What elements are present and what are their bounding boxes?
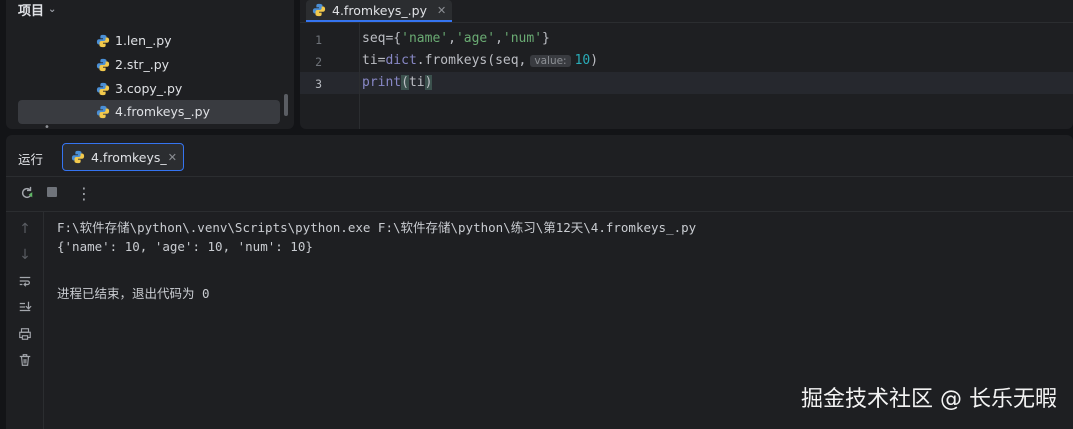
editor-tab-label: 4.fromkeys_.py <box>332 2 427 18</box>
stop-icon[interactable] <box>43 186 61 202</box>
run-tab-label: 4.fromkeys_ <box>91 149 167 165</box>
python-file-icon <box>96 34 110 48</box>
code-token: ) <box>424 75 433 90</box>
code-token: dict <box>385 53 417 68</box>
tree-item-file[interactable]: 3.copy_.py <box>18 77 280 101</box>
run-panel-title: 运行 <box>18 152 44 167</box>
tree-item-label: 1.len_.py <box>115 33 172 48</box>
tree-item-label: 4.fromkeys_.py <box>115 104 210 119</box>
python-file-icon <box>96 105 110 119</box>
console-line: F:\软件存储\python\.venv\Scripts\python.exe … <box>57 220 697 235</box>
rerun-icon[interactable] <box>18 186 36 204</box>
print-icon[interactable] <box>16 327 34 345</box>
tree-item-file[interactable]: 2.str_.py <box>18 53 280 77</box>
code-token: 'name' <box>401 31 449 46</box>
close-icon[interactable]: ✕ <box>168 151 177 164</box>
watermark: 掘金技术社区 @ 长乐无暇 <box>801 387 1057 412</box>
toolbar-divider <box>6 211 1073 212</box>
project-header[interactable]: 项目 ⌄ <box>18 0 57 19</box>
code-line-3[interactable]: print(ti) <box>362 75 433 90</box>
console-side-divider <box>43 212 44 429</box>
more-options-icon[interactable]: ⋮ <box>75 184 93 203</box>
up-arrow-icon[interactable]: ↑ <box>16 221 34 237</box>
run-tab[interactable]: 4.fromkeys_ ✕ <box>62 143 184 171</box>
tree-overflow-dot: • <box>44 122 50 133</box>
code-token: seq={ <box>362 31 402 46</box>
tree-item-label: 3.copy_.py <box>115 81 183 96</box>
close-icon[interactable]: ✕ <box>437 4 446 17</box>
project-title: 项目 <box>18 3 45 19</box>
code-line-1[interactable]: seq={'name','age','num'} <box>362 31 550 46</box>
editor-tab[interactable]: 4.fromkeys_.py ✕ <box>306 0 453 22</box>
python-file-icon <box>96 82 110 96</box>
line-number: 3 <box>315 77 322 91</box>
tab-divider <box>300 22 1073 23</box>
code-token: , <box>448 31 456 46</box>
tree-item-label: 2.str_.py <box>115 57 170 72</box>
tree-scrollbar[interactable] <box>284 94 288 116</box>
code-token: ti <box>408 75 425 90</box>
run-panel-divider <box>6 176 1073 177</box>
code-token: ) <box>590 53 599 68</box>
code-line-2[interactable]: ti=dict.fromkeys(seq, value: 10) <box>362 53 598 68</box>
code-token: 'age' <box>455 31 496 46</box>
code-token: ( <box>401 75 409 90</box>
trash-icon[interactable] <box>16 353 34 371</box>
python-file-icon <box>71 150 85 164</box>
code-token: } <box>542 31 550 46</box>
tree-item-file[interactable]: 1.len_.py <box>18 29 280 53</box>
project-panel: 项目 ⌄ 1.len_.py 2.str_.py 3.copy_.py 4.fr… <box>6 0 294 133</box>
code-token: , <box>495 31 503 46</box>
line-number: 2 <box>315 55 322 69</box>
down-arrow-icon[interactable]: ↓ <box>16 247 34 263</box>
soft-wrap-icon[interactable] <box>16 274 34 292</box>
scroll-to-end-icon[interactable] <box>16 300 34 318</box>
chevron-down-icon: ⌄ <box>48 3 57 15</box>
code-token: ti= <box>362 53 386 68</box>
parameter-hint: value: <box>530 55 571 67</box>
python-file-icon <box>96 58 110 72</box>
code-token: 10 <box>574 53 591 68</box>
python-file-icon <box>312 3 326 17</box>
tree-item-file-selected[interactable]: 4.fromkeys_.py <box>18 100 280 124</box>
gutter-separator <box>359 23 360 129</box>
line-number: 1 <box>315 33 322 47</box>
code-token: 'num' <box>502 31 543 46</box>
code-token: .fromkeys(seq, <box>416 53 527 68</box>
editor-panel: 4.fromkeys_.py ✕ 1 2 3 seq={'name','age'… <box>300 0 1073 129</box>
console-line: 进程已结束，退出代码为 0 <box>57 286 210 301</box>
console-line: {'name': 10, 'age': 10, 'num': 10} <box>57 239 313 254</box>
code-token: print <box>362 75 402 90</box>
